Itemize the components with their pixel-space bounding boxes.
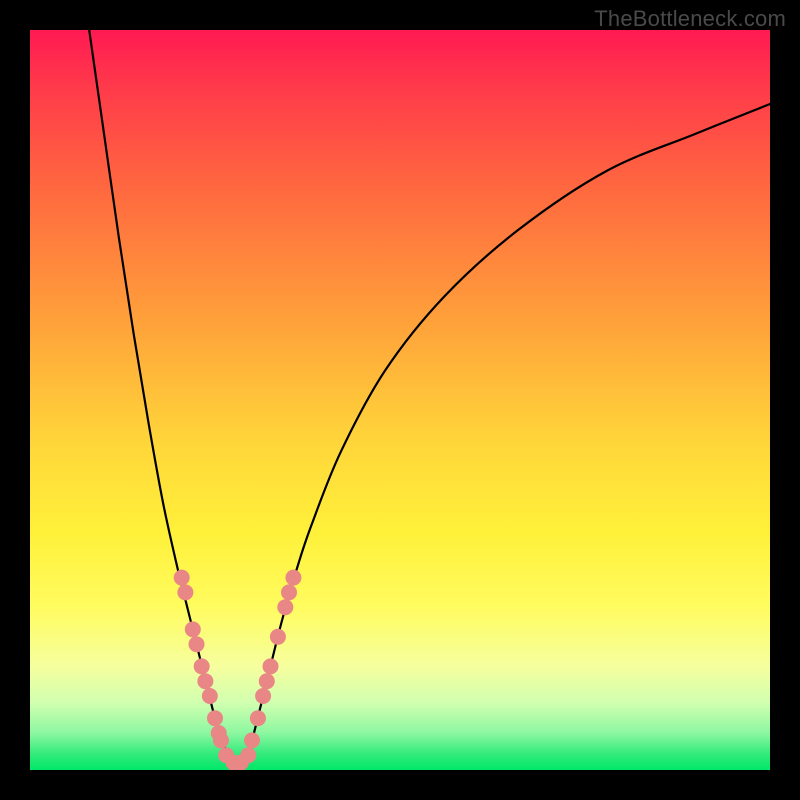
scatter-point bbox=[189, 636, 205, 652]
scatter-point bbox=[177, 584, 193, 600]
scatter-point bbox=[270, 629, 286, 645]
curves-svg bbox=[30, 30, 770, 770]
scatter-point bbox=[255, 688, 271, 704]
scatter-point bbox=[213, 732, 229, 748]
chart-frame: TheBottleneck.com bbox=[0, 0, 800, 800]
plot-area bbox=[30, 30, 770, 770]
watermark-text: TheBottleneck.com bbox=[594, 6, 786, 32]
series-left-branch bbox=[89, 30, 230, 763]
scatter-point bbox=[277, 599, 293, 615]
scatter-point bbox=[259, 673, 275, 689]
scatter-point bbox=[174, 570, 190, 586]
scatter-point bbox=[194, 658, 210, 674]
scatter-point bbox=[244, 732, 260, 748]
scatter-point bbox=[207, 710, 223, 726]
scatter-point bbox=[281, 584, 297, 600]
scatter-point bbox=[197, 673, 213, 689]
scatter-point bbox=[240, 747, 256, 763]
scatter-point bbox=[185, 621, 201, 637]
scatter-point bbox=[202, 688, 218, 704]
scatter-point bbox=[285, 570, 301, 586]
scatter-point bbox=[263, 658, 279, 674]
scatter-point bbox=[250, 710, 266, 726]
series-right-branch bbox=[245, 104, 770, 763]
